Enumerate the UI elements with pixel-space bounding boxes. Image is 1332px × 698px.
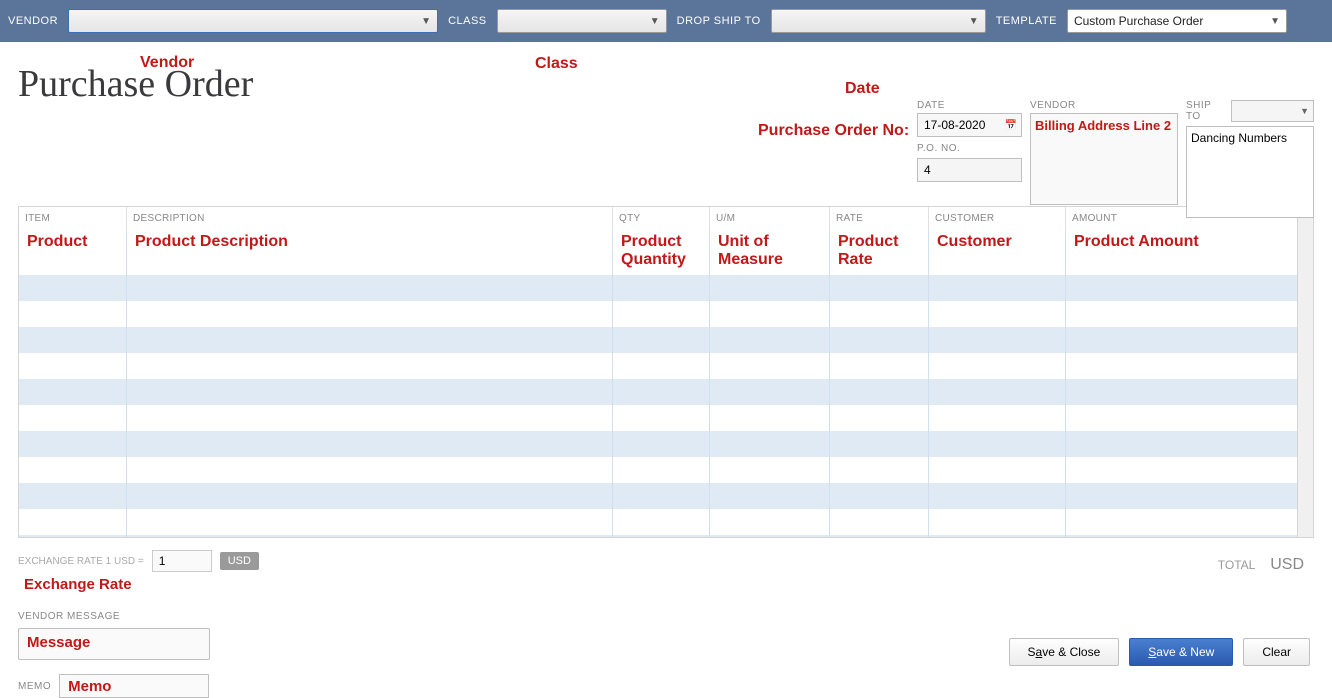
table-row[interactable] — [19, 431, 1297, 457]
annotation-memo: Memo — [68, 678, 111, 695]
calendar-icon[interactable]: 📅 — [1005, 120, 1017, 131]
vendor-message-label: VENDOR MESSAGE — [18, 611, 1314, 622]
table-header-row: ITEM DESCRIPTION QTY U/M RATE CUSTOMER A… — [19, 207, 1313, 229]
annotation-billing: Billing Address Line 2 — [1035, 118, 1171, 133]
annotation-desc: Product Description — [127, 229, 613, 275]
dropship-label: DROP SHIP TO — [677, 15, 761, 27]
col-customer[interactable]: CUSTOMER — [929, 207, 1066, 229]
annotation-rate: Product Rate — [830, 229, 929, 275]
save-new-button[interactable]: Save & New — [1129, 638, 1233, 666]
po-field-label: P.O. NO. — [917, 143, 1022, 154]
vertical-scrollbar[interactable] — [1297, 275, 1313, 537]
vendor-dropdown[interactable]: ▼ — [68, 9, 438, 33]
annotation-exchange-rate: Exchange Rate — [24, 576, 1314, 593]
chevron-down-icon: ▼ — [421, 16, 431, 27]
shipto-dropdown[interactable]: ▼ — [1231, 100, 1314, 122]
annotation-item: Product — [19, 229, 127, 275]
exchange-rate-input[interactable] — [152, 550, 212, 572]
col-rate[interactable]: RATE — [830, 207, 929, 229]
vendor-box-label: VENDOR — [1030, 100, 1178, 111]
date-field-label: DATE — [917, 100, 1022, 111]
col-um[interactable]: U/M — [710, 207, 830, 229]
class-label: CLASS — [448, 15, 487, 27]
memo-input[interactable]: Memo — [59, 674, 209, 698]
annotation-customer: Customer — [929, 229, 1066, 275]
col-description[interactable]: DESCRIPTION — [127, 207, 613, 229]
class-dropdown[interactable]: ▼ — [497, 9, 667, 33]
table-row[interactable] — [19, 379, 1297, 405]
template-dropdown[interactable]: Custom Purchase Order ▼ — [1067, 9, 1287, 33]
col-item[interactable]: ITEM — [19, 207, 127, 229]
table-body[interactable] — [19, 275, 1297, 537]
table-row[interactable] — [19, 327, 1297, 353]
po-number-field[interactable]: 4 — [917, 158, 1022, 182]
annotation-amount: Product Amount — [1066, 229, 1297, 275]
total-currency: USD — [1270, 556, 1304, 573]
chevron-down-icon: ▼ — [1270, 16, 1280, 27]
annotation-row: Product Product Description Product Quan… — [19, 229, 1297, 275]
table-row[interactable] — [19, 353, 1297, 379]
date-field[interactable]: 17-08-2020 📅 — [917, 113, 1022, 137]
table-row[interactable] — [19, 405, 1297, 431]
save-close-button[interactable]: Save & Close — [1009, 638, 1120, 666]
annotation-um: Unit of Measure — [710, 229, 830, 275]
table-row[interactable] — [19, 275, 1297, 301]
template-label: TEMPLATE — [996, 15, 1057, 27]
chevron-down-icon: ▼ — [650, 16, 660, 27]
vendor-message-input[interactable]: Message — [18, 628, 210, 660]
shipto-address-box[interactable]: Dancing Numbers — [1186, 126, 1314, 218]
table-row[interactable] — [19, 483, 1297, 509]
line-items-table: ITEM DESCRIPTION QTY U/M RATE CUSTOMER A… — [18, 206, 1314, 538]
col-amount[interactable]: AMOUNT — [1066, 207, 1297, 229]
annotation-qty: Product Quantity — [613, 229, 710, 275]
annotation-message: Message — [27, 634, 90, 651]
chevron-down-icon: ▼ — [969, 16, 979, 27]
table-row[interactable] — [19, 509, 1297, 535]
top-filter-bar: VENDOR ▼ CLASS ▼ DROP SHIP TO ▼ TEMPLATE… — [0, 0, 1332, 42]
vendor-label: VENDOR — [8, 15, 58, 27]
vendor-address-box[interactable]: Billing Address Line 2 — [1030, 113, 1178, 205]
shipto-box-label: SHIP TO — [1186, 100, 1227, 122]
dropship-dropdown[interactable]: ▼ — [771, 9, 986, 33]
clear-button[interactable]: Clear — [1243, 638, 1310, 666]
col-qty[interactable]: QTY — [613, 207, 710, 229]
chevron-down-icon: ▼ — [1300, 106, 1313, 116]
table-row[interactable] — [19, 457, 1297, 483]
exchange-rate-label: EXCHANGE RATE 1 USD = — [18, 556, 144, 567]
memo-label: MEMO — [18, 681, 51, 692]
table-row[interactable] — [19, 301, 1297, 327]
scroll-up-button[interactable] — [1297, 229, 1313, 275]
currency-badge: USD — [220, 552, 259, 570]
total-label: TOTAL USD — [1218, 556, 1304, 574]
table-row[interactable] — [19, 535, 1297, 537]
